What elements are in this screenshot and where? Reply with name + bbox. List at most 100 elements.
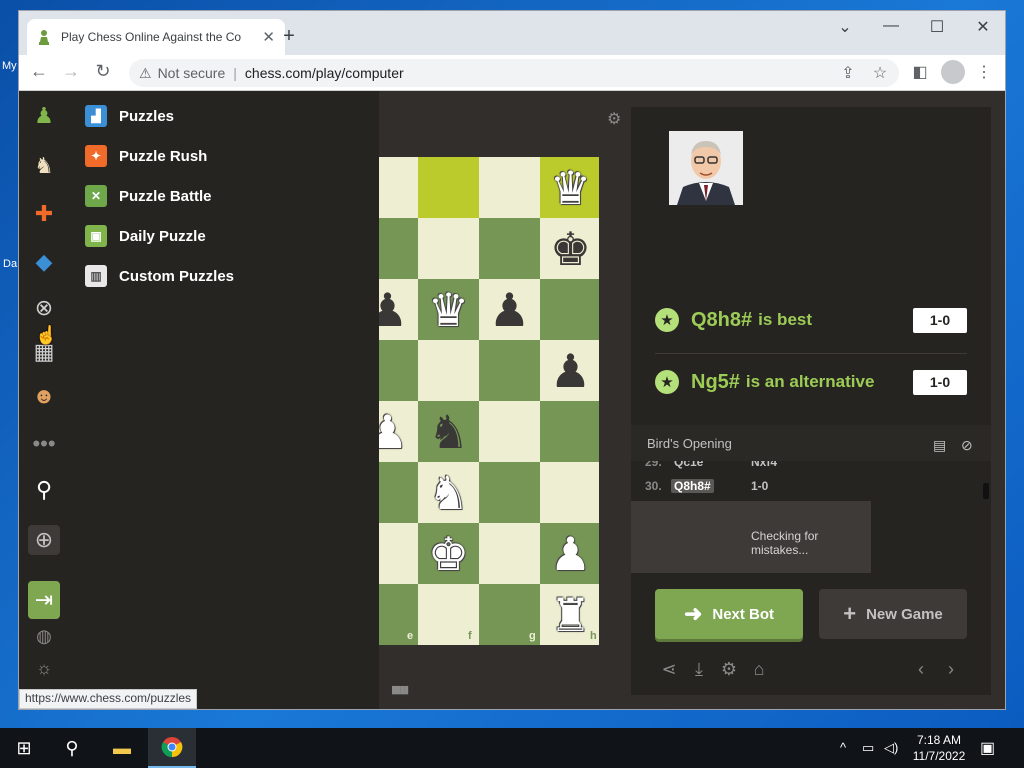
white-piece[interactable]: ♞ (418, 462, 479, 523)
learn-icon[interactable]: ◆ (28, 247, 60, 277)
alternative-move[interactable]: Ng5# (691, 371, 740, 394)
puzzles-icon: ▟ (85, 105, 107, 127)
board-square[interactable] (540, 279, 599, 340)
compass-icon[interactable]: ⊘ (961, 437, 973, 454)
settings-gear-icon[interactable]: ⚙ (717, 659, 741, 680)
share-game-icon[interactable]: ⋖ (657, 659, 681, 680)
white-piece[interactable]: ♟ (540, 523, 599, 584)
address-bar[interactable]: ⚠ Not secure | chess.com/play/computer (129, 59, 899, 87)
taskbar-search-icon[interactable]: ⚲ (48, 728, 96, 768)
black-piece[interactable]: ♞ (418, 401, 479, 462)
file-label: h (590, 630, 597, 642)
board-square[interactable] (540, 401, 599, 462)
chess-board[interactable]: ♛ ♚ ♟ ♛ ♟ ♟ ♟ ♞ ♞ ♚ ♟ ♜ e f g h (379, 157, 599, 645)
board-square[interactable] (479, 401, 540, 462)
board-square[interactable] (479, 218, 540, 279)
best-move[interactable]: Q8h8# (691, 309, 752, 332)
board-square[interactable] (379, 218, 418, 279)
reload-icon[interactable]: ↻ (91, 61, 115, 82)
minimize-icon[interactable]: — (877, 17, 905, 35)
theme-brightness-icon[interactable]: ☼ (28, 653, 60, 683)
black-piece[interactable]: ♟ (540, 340, 599, 401)
board-square[interactable] (479, 523, 540, 584)
move-row: 29. Qc1e Nxf4 (631, 461, 983, 479)
board-square[interactable] (540, 462, 599, 523)
file-explorer-icon[interactable]: ▬ (98, 728, 146, 768)
next-move-icon[interactable]: › (939, 659, 963, 680)
white-move[interactable]: Qc1e (671, 461, 706, 469)
white-piece[interactable]: ♛ (540, 157, 599, 218)
desktop-icon-label[interactable]: Da (3, 258, 17, 270)
black-piece[interactable]: ♟ (379, 279, 418, 340)
language-globe-icon[interactable]: ◍ (28, 621, 60, 651)
next-bot-button[interactable]: ➜ Next Bot (655, 589, 803, 639)
warning-icon[interactable]: ⚠ (139, 65, 152, 82)
white-piece[interactable]: ♚ (418, 523, 479, 584)
close-window-icon[interactable]: ✕ (969, 17, 997, 37)
desktop-icon-label[interactable]: My (2, 60, 17, 72)
chess-logo-icon[interactable]: ♟ (28, 101, 60, 131)
book-icon[interactable]: ▤ (933, 437, 946, 454)
tray-chevron-icon[interactable]: ^ (840, 740, 846, 755)
network-icon[interactable]: ▭ (862, 740, 874, 756)
board-square[interactable] (418, 157, 479, 218)
share-icon[interactable]: ⇪ (837, 63, 859, 83)
file-label: e (407, 630, 414, 642)
watch-icon[interactable]: ⊗ (28, 293, 60, 323)
resize-grip-icon[interactable]: ▮▮▮▮ (391, 683, 409, 696)
board-square[interactable] (418, 340, 479, 401)
flyout-item-daily-puzzle[interactable]: ▣ Daily Puzzle (85, 221, 206, 251)
browser-tab[interactable]: Play Chess Online Against the Co ✕ (27, 19, 285, 55)
chrome-taskbar-icon[interactable] (148, 728, 196, 768)
signup-icon[interactable]: ⊕ (28, 525, 60, 555)
play-icon[interactable]: ♞ (28, 151, 60, 181)
board-square[interactable] (479, 157, 540, 218)
previous-move-icon[interactable]: ‹ (909, 659, 933, 680)
clock[interactable]: 7:18 AM 11/7/2022 (906, 732, 972, 764)
login-icon[interactable]: ⇥ (28, 581, 60, 619)
flyout-item-puzzles[interactable]: ▟ Puzzles (85, 101, 174, 131)
board-square[interactable] (418, 218, 479, 279)
white-piece[interactable]: ♛ (418, 279, 479, 340)
black-move[interactable]: Nxf4 (751, 461, 777, 469)
move-number: 30. (645, 479, 662, 493)
board-square[interactable] (479, 340, 540, 401)
volume-icon[interactable]: ◁) (884, 740, 898, 756)
url-text[interactable]: chess.com/play/computer (245, 65, 404, 81)
move-list-scrollbar[interactable] (983, 483, 989, 499)
board-settings-gear-icon[interactable]: ⚙ (607, 109, 621, 129)
flyout-item-puzzle-battle[interactable]: ✕ Puzzle Battle (85, 181, 212, 211)
board-square[interactable] (479, 462, 540, 523)
maximize-icon[interactable]: ☐ (923, 17, 951, 37)
windows-start-icon[interactable]: ⊞ (0, 728, 48, 768)
black-piece[interactable]: ♟ (479, 279, 540, 340)
forward-icon[interactable]: → (59, 61, 83, 82)
search-icon[interactable]: ⚲ (28, 475, 60, 505)
new-game-button[interactable]: + New Game (819, 589, 967, 639)
white-piece[interactable]: ♟ (379, 401, 418, 462)
add-to-library-icon[interactable]: ⌂ (747, 659, 771, 680)
board-square[interactable] (379, 340, 418, 401)
puzzles-nav-icon[interactable]: ✚ (28, 199, 60, 229)
black-piece[interactable]: ♚ (540, 218, 599, 279)
close-tab-icon[interactable]: ✕ (262, 28, 275, 46)
flyout-item-custom-puzzles[interactable]: ▥ Custom Puzzles (85, 261, 234, 291)
new-tab-icon[interactable]: + (279, 25, 299, 48)
board-square[interactable] (379, 462, 418, 523)
notifications-icon[interactable]: ▣ (980, 738, 995, 758)
security-label[interactable]: Not secure (158, 65, 226, 81)
more-icon[interactable]: ••• (28, 429, 60, 459)
menu-kebab-icon[interactable]: ⋮ (973, 62, 995, 82)
bookmark-star-icon[interactable]: ☆ (869, 63, 891, 83)
download-icon[interactable]: ⤓ (687, 659, 711, 680)
flyout-item-puzzle-rush[interactable]: ✦ Puzzle Rush (85, 141, 207, 171)
tab-search-icon[interactable]: ⌄ (831, 17, 859, 37)
opening-name[interactable]: Bird's Opening (647, 436, 732, 451)
white-move-selected[interactable]: Q8h8# (671, 479, 714, 493)
board-square[interactable] (379, 523, 418, 584)
back-icon[interactable]: ← (27, 61, 51, 82)
social-icon[interactable]: ☻ (28, 381, 60, 411)
side-panel-icon[interactable]: ◧ (909, 62, 931, 82)
profile-avatar[interactable] (941, 60, 965, 84)
board-square[interactable] (379, 157, 418, 218)
